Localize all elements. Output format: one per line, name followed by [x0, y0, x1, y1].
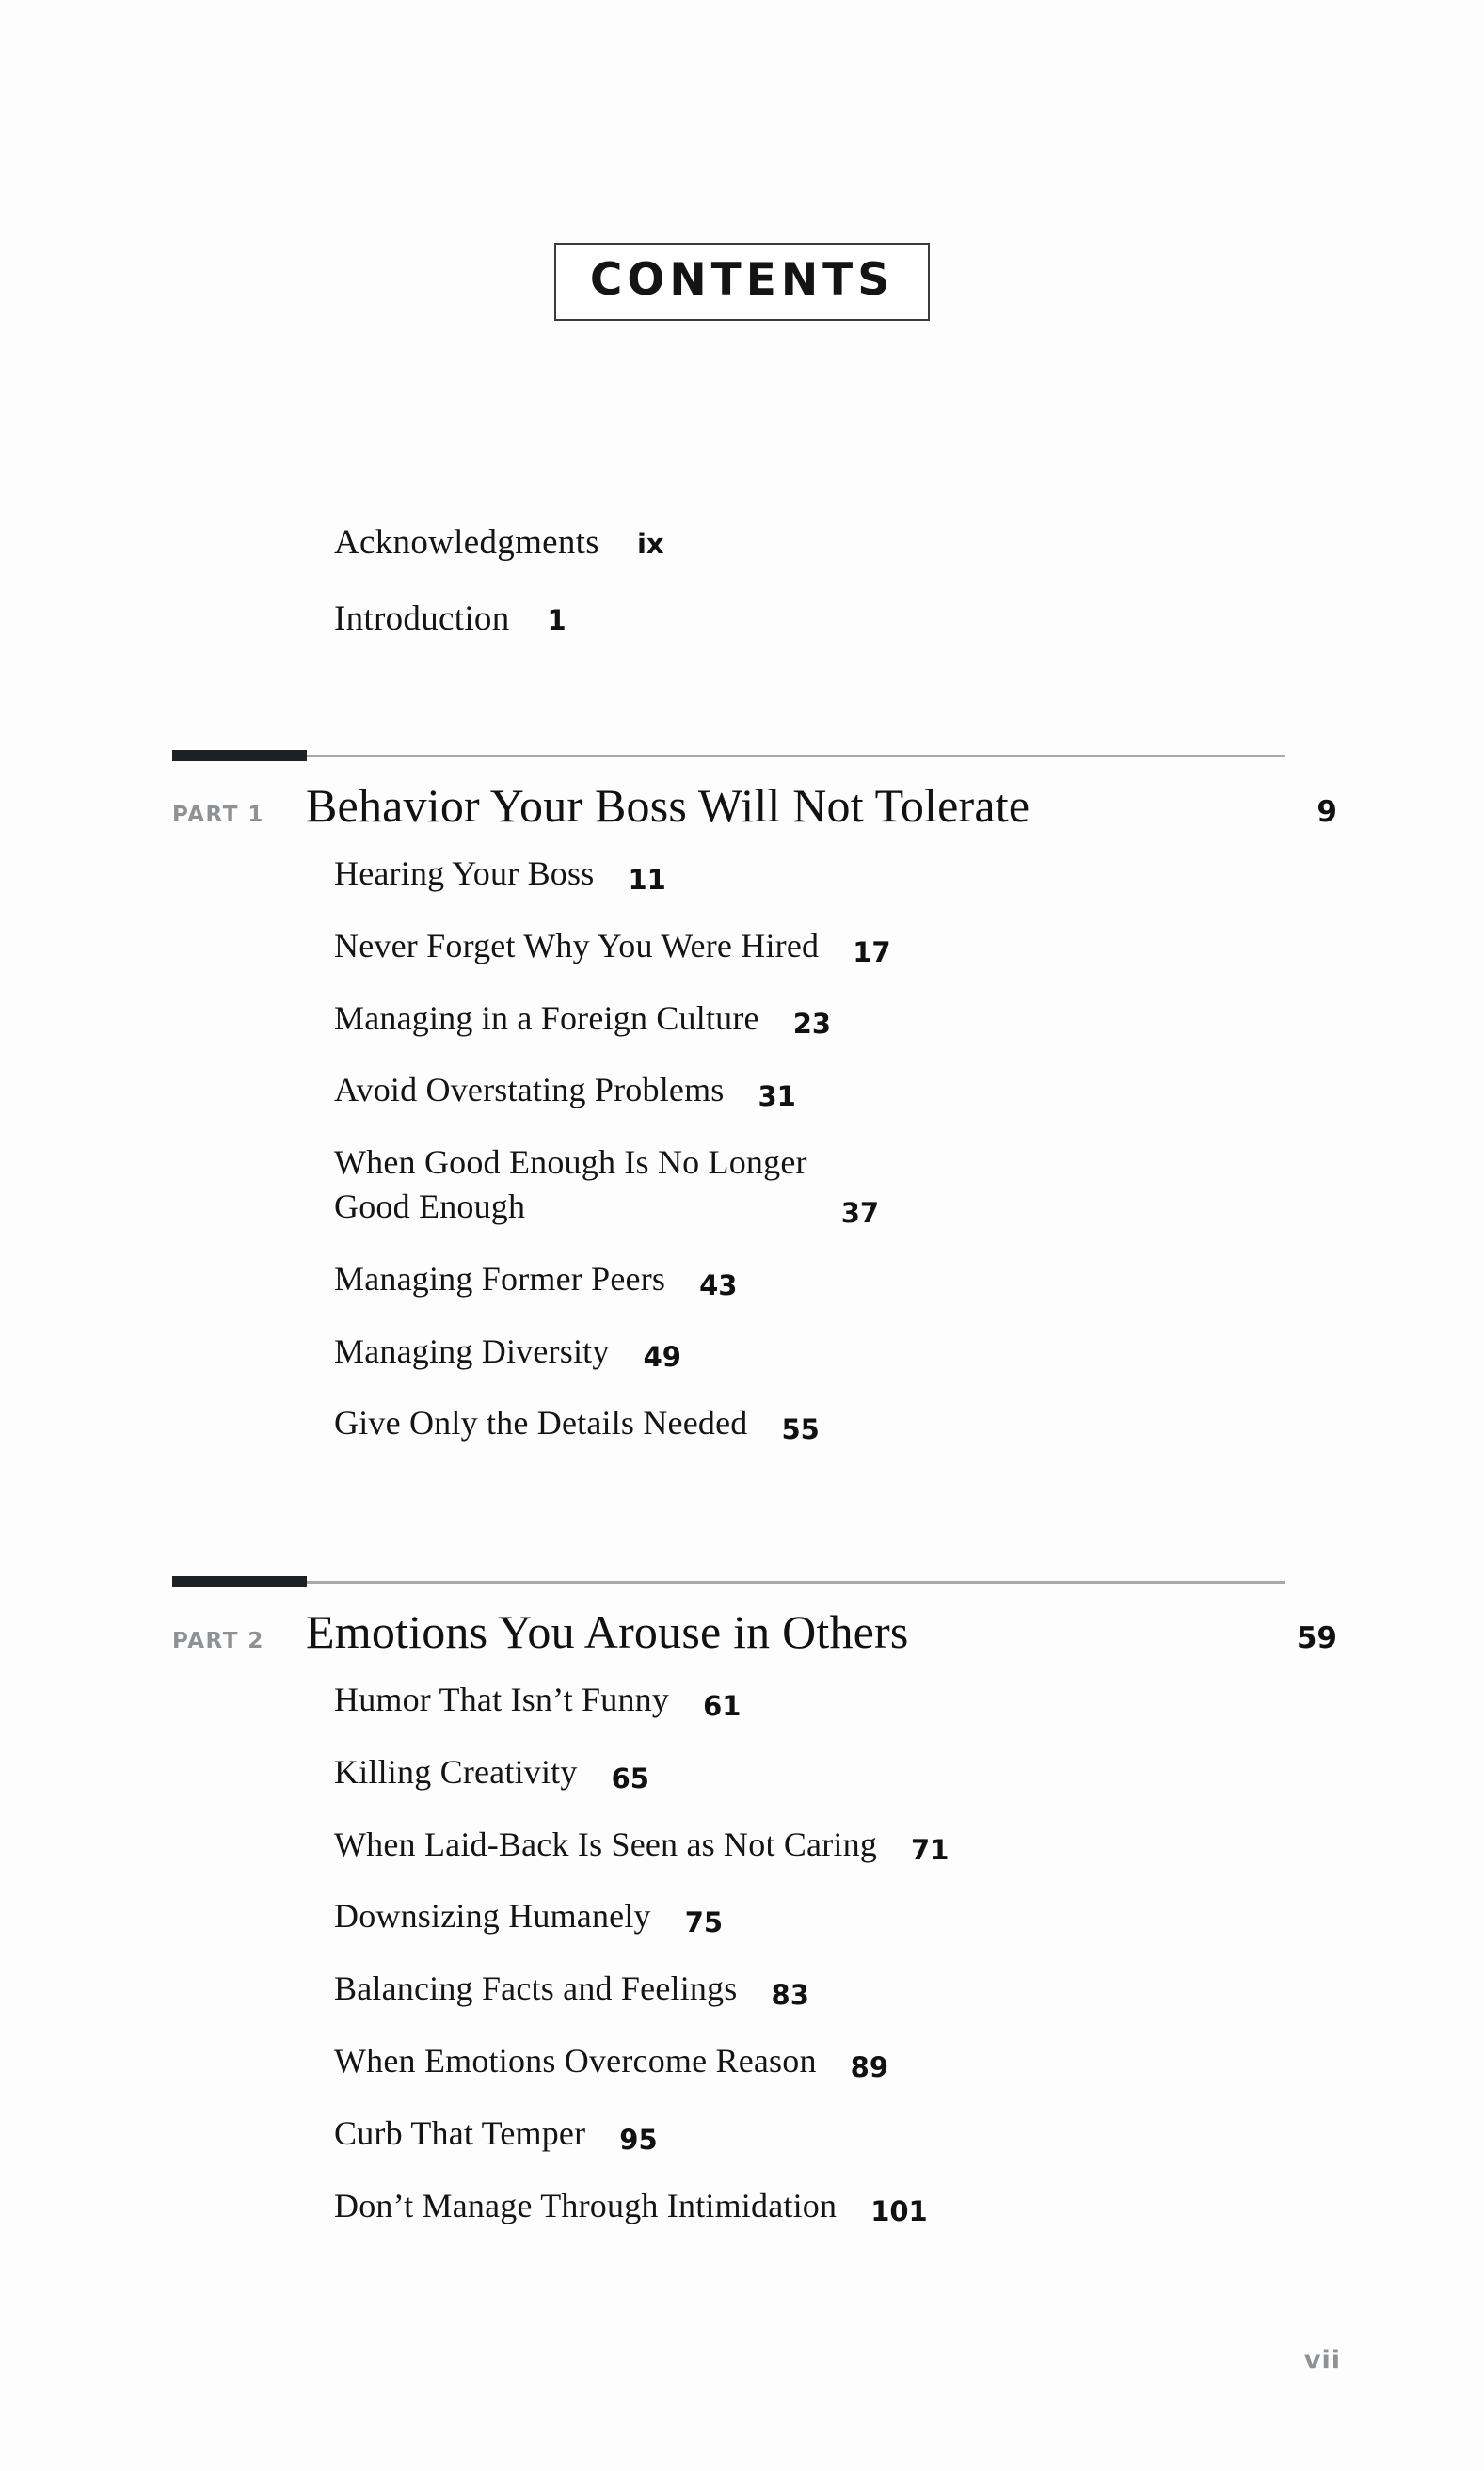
list-item[interactable]: Managing Diversity 49 [334, 1330, 1369, 1374]
part-label: PART 1 [172, 803, 264, 827]
list-item[interactable]: Humor That Isn’t Funny 61 [334, 1678, 1369, 1722]
rule-thick-segment [172, 750, 307, 761]
chapter-title: Humor That Isn’t Funny [334, 1681, 670, 1718]
chapter-page-number: 101 [870, 2195, 928, 2228]
chapter-page-number: 71 [911, 1834, 949, 1867]
list-item[interactable]: Curb That Temper 95 [334, 2112, 1369, 2156]
front-matter-list: Acknowledgments ix Introduction 1 [334, 522, 664, 675]
toc-page: CONTENTS Acknowledgments ix Introduction… [0, 0, 1484, 2471]
list-item[interactable]: Don’t Manage Through Intimidation 101 [334, 2184, 1369, 2228]
chapter-page-number: 61 [703, 1689, 742, 1722]
contents-header: CONTENTS [0, 243, 1484, 321]
list-item[interactable]: When Emotions Overcome Reason 89 [334, 2039, 1369, 2083]
chapter-page-number: 75 [684, 1906, 724, 1939]
contents-title-box: CONTENTS [553, 243, 931, 321]
front-matter-page-number: ix [636, 528, 664, 560]
chapter-title: Give Only the Details Needed [334, 1404, 748, 1443]
rule-thin-segment [307, 755, 1285, 757]
chapter-page-number: 83 [771, 1978, 809, 2011]
list-item[interactable]: Introduction 1 [334, 598, 664, 639]
chapter-title: Hearing Your Boss [334, 854, 595, 892]
list-item[interactable]: Avoid Overstating Problems 31 [334, 1068, 1369, 1112]
chapter-title: Balancing Facts and Feelings [334, 1969, 738, 2008]
rule-thick-segment [172, 1576, 307, 1587]
chapter-page-number: 49 [643, 1341, 681, 1374]
part-divider-rule [172, 748, 1484, 763]
list-item[interactable]: Killing Creativity 65 [334, 1750, 1369, 1794]
list-item[interactable]: Downsizing Humanely 75 [334, 1894, 1369, 1938]
list-item[interactable]: Hearing Your Boss 11 [334, 852, 1369, 896]
chapter-title: Managing in a Foreign Culture [334, 998, 759, 1037]
chapter-title: Downsizing Humanely [334, 1897, 651, 1936]
part-header[interactable]: PART 1 Behavior Your Boss Will Not Toler… [172, 778, 1348, 833]
list-item[interactable]: Managing Former Peers 43 [334, 1257, 1369, 1301]
part-page-number: 59 [1296, 1621, 1337, 1655]
chapter-page-number: 89 [850, 2050, 889, 2083]
list-item[interactable]: When Good Enough Is No Longer Good Enoug… [334, 1140, 1369, 1229]
list-item[interactable]: Give Only the Details Needed 55 [334, 1401, 1369, 1445]
list-item[interactable]: Balancing Facts and Feelings 83 [334, 1967, 1369, 2011]
page-title: CONTENTS [589, 254, 895, 306]
part-label: PART 2 [172, 1629, 264, 1653]
chapter-page-number: 43 [699, 1268, 738, 1301]
front-matter-title: Acknowledgments [334, 523, 599, 562]
list-item[interactable]: Managing in a Foreign Culture 23 [334, 996, 1369, 1041]
chapter-page-number: 23 [792, 1008, 832, 1041]
chapter-page-number: 11 [628, 863, 666, 896]
list-item[interactable]: Acknowledgments ix [334, 522, 664, 563]
chapter-page-number: 65 [611, 1762, 649, 1794]
chapter-page-number: 17 [853, 935, 891, 968]
list-item[interactable]: When Laid-Back Is Seen as Not Caring 71 [334, 1823, 1369, 1867]
chapter-page-number: 95 [619, 2123, 658, 2156]
chapter-title: Managing Former Peers [334, 1259, 666, 1298]
chapter-page-number: 55 [781, 1413, 820, 1446]
chapter-page-number: 37 [840, 1196, 880, 1229]
chapter-title: Killing Creativity [334, 1752, 578, 1791]
page-folio: vii [1303, 2346, 1341, 2375]
chapter-title: Curb That Temper [334, 2113, 586, 2152]
part-page-number: 9 [1316, 795, 1337, 829]
chapter-title: When Laid-Back Is Seen as Not Caring [334, 1825, 878, 1863]
chapter-list: Hearing Your Boss 11 Never Forget Why Yo… [334, 852, 1369, 1474]
list-item[interactable]: Never Forget Why You Were Hired 17 [334, 924, 1369, 968]
chapter-title: Don’t Manage Through Intimidation [334, 2186, 838, 2224]
part-title: Emotions You Arouse in Others [306, 1605, 909, 1658]
chapter-title: When Emotions Overcome Reason [334, 2041, 817, 2080]
chapter-title: Never Forget Why You Were Hired [334, 926, 820, 964]
chapter-list: Humor That Isn’t Funny 61 Killing Creati… [334, 1678, 1369, 2256]
part-title: Behavior Your Boss Will Not Tolerate [306, 779, 1030, 832]
chapter-title: Managing Diversity [334, 1331, 610, 1370]
chapter-title: Avoid Overstating Problems [334, 1071, 725, 1109]
part-header[interactable]: PART 2 Emotions You Arouse in Others 59 [172, 1604, 1348, 1659]
chapter-page-number: 31 [758, 1080, 796, 1113]
rule-thin-segment [307, 1581, 1285, 1584]
chapter-title: When Good Enough Is No Longer Good Enoug… [334, 1143, 807, 1225]
front-matter-page-number: 1 [547, 604, 566, 636]
front-matter-title: Introduction [334, 599, 510, 638]
part-divider-rule [172, 1574, 1484, 1589]
